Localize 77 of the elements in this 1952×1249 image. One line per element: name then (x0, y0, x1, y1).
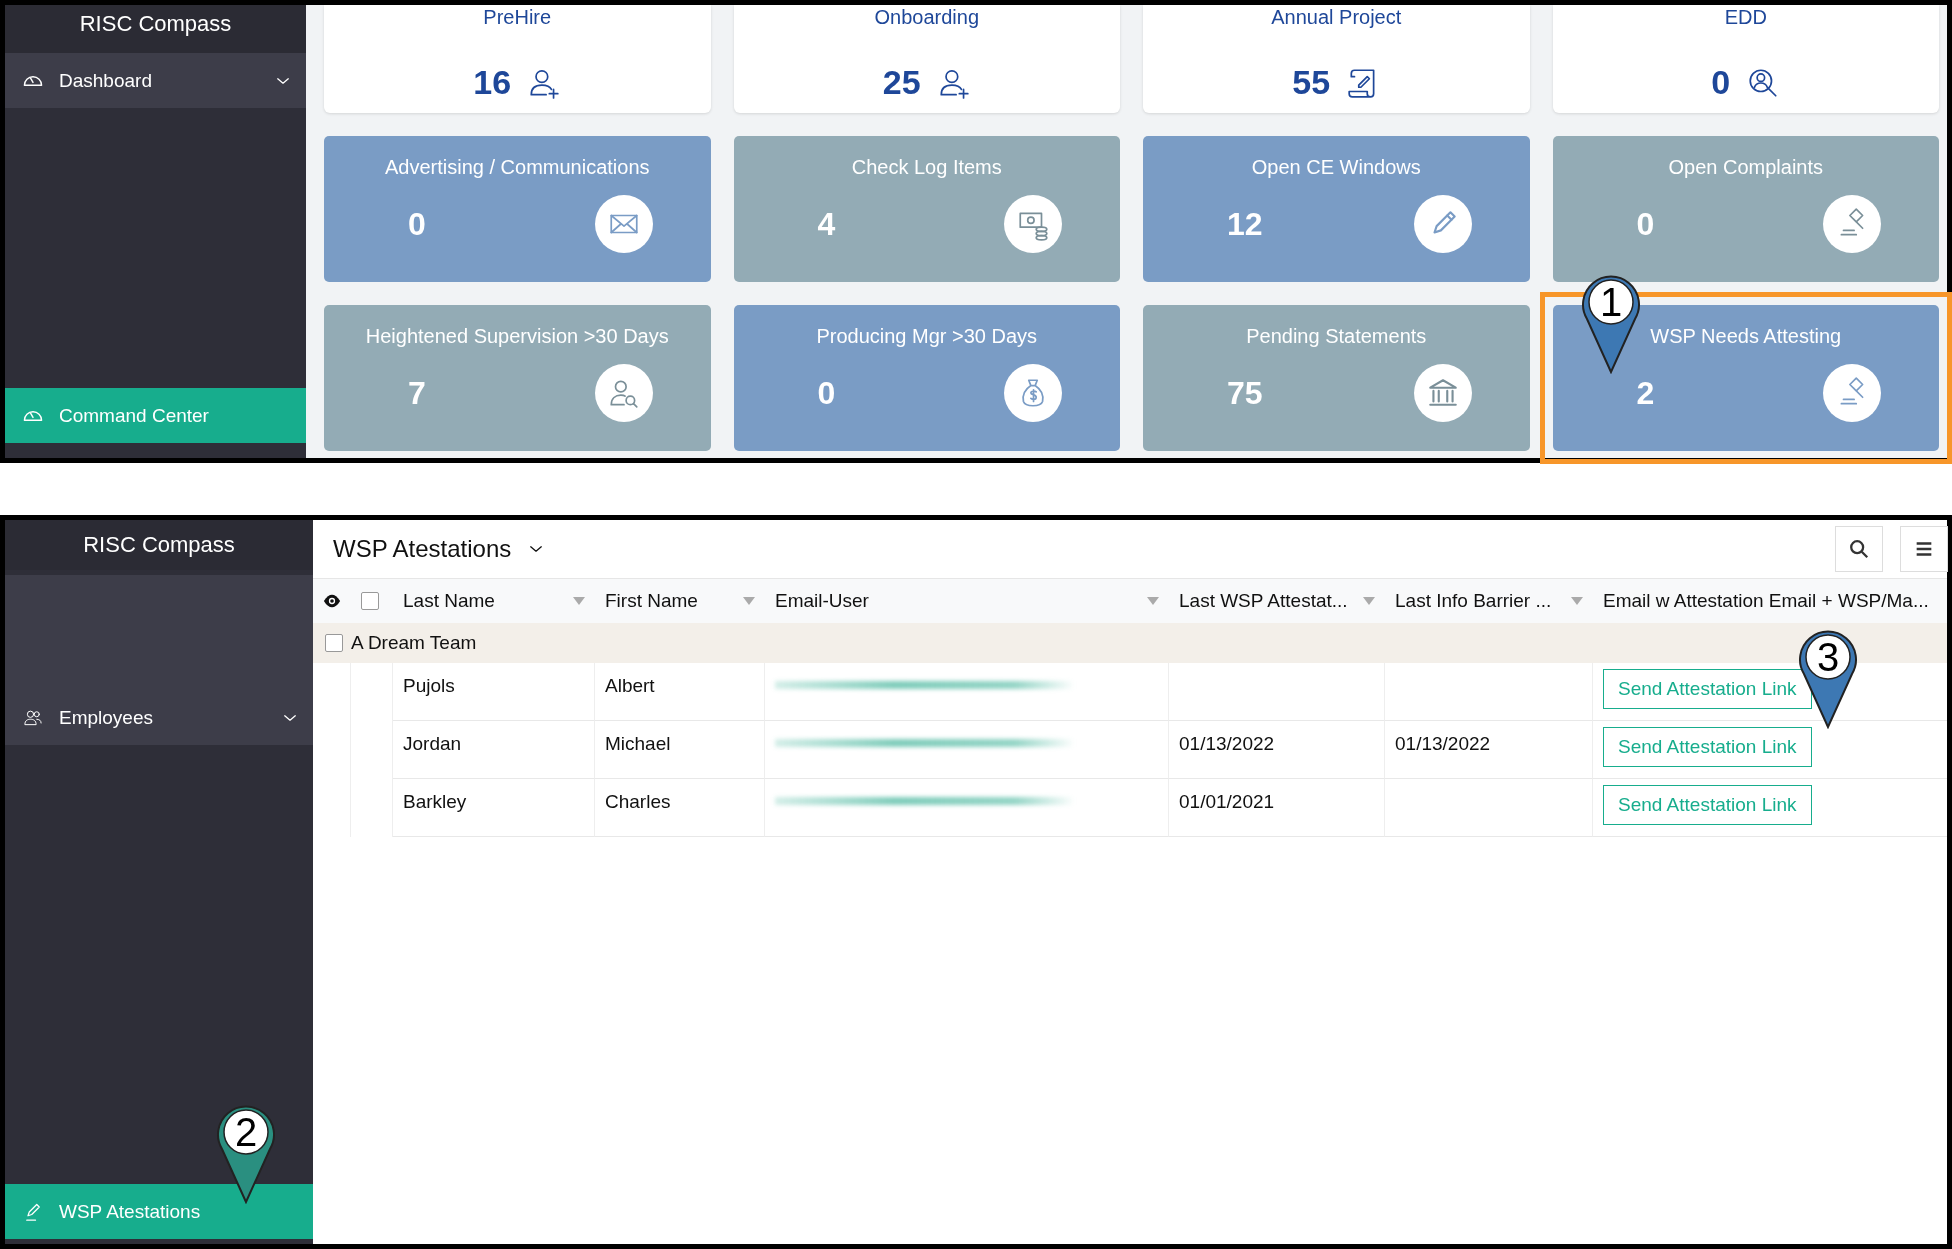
tile-count: 12 (1227, 205, 1263, 243)
group-label: A Dream Team (351, 632, 477, 654)
sort-icon[interactable] (743, 597, 755, 605)
checkbox[interactable] (325, 634, 343, 652)
tile-count: 0 (817, 374, 836, 412)
tile-title: Check Log Items (850, 156, 1003, 179)
metric-tile[interactable]: Open Complaints 0 (1552, 136, 1939, 282)
sort-icon[interactable] (573, 597, 585, 605)
metric-tile[interactable]: Check Log Items 4 (733, 136, 1120, 282)
summary-card[interactable]: Annual Project 55 (1143, 5, 1530, 113)
table-cell: 01/13/2022 (1385, 721, 1593, 779)
tile-title: Pending Statements (1245, 325, 1428, 348)
tile-title: WSP Needs Attesting (1649, 325, 1843, 348)
summary-card[interactable]: Onboarding 25 (733, 5, 1120, 113)
card-count: 0 (1711, 63, 1731, 102)
pin-number: 2 (233, 1112, 259, 1152)
card-title: EDD (1724, 5, 1767, 29)
sort-icon[interactable] (1363, 597, 1375, 605)
page-title: WSP Atestations (333, 535, 512, 563)
card-count: 16 (473, 63, 512, 102)
people-icon (23, 707, 43, 728)
eye-icon[interactable] (323, 593, 341, 609)
tile-count: 2 (1636, 374, 1655, 412)
summary-card[interactable]: PreHire 16 (324, 5, 711, 113)
tile-title: Producing Mgr >30 Days (815, 325, 1039, 348)
pen-icon (23, 1201, 43, 1222)
sidebar-item[interactable]: Dashboard (5, 53, 306, 108)
sort-icon[interactable] (1571, 597, 1583, 605)
tile-title: Open Complaints (1667, 156, 1824, 179)
metric-tile[interactable]: Open CE Windows 12 (1143, 136, 1530, 282)
pin-number: 3 (1815, 637, 1841, 677)
sort-icon[interactable] (1147, 597, 1159, 605)
tile-count: 0 (1636, 205, 1655, 243)
app-title: RISC Compass (5, 520, 313, 570)
send-link-button[interactable]: Send Attestation Link (1603, 727, 1812, 767)
tile-title: Heightened Supervision >30 Days (364, 325, 670, 348)
app-title: RISC Compass (5, 5, 306, 53)
checkbox[interactable] (361, 592, 379, 610)
table-cell: Michael (595, 721, 765, 779)
column-header[interactable]: Last Info Barrier ... (1385, 578, 1593, 623)
column-header[interactable]: Email w Attestation Email + WSP/Ma... (1593, 578, 1947, 623)
table-cell: 01/01/2021 (1169, 779, 1385, 837)
column-header[interactable]: Last Name (393, 578, 595, 623)
column-header[interactable]: First Name (595, 578, 765, 623)
metric-tile[interactable]: Producing Mgr >30 Days 0 (733, 305, 1120, 451)
column-header[interactable]: Email-User (765, 578, 1169, 623)
tile-count: 0 (408, 205, 426, 243)
tile-title: Advertising / Communications (383, 156, 651, 179)
metric-tile[interactable]: Pending Statements 75 (1143, 305, 1530, 451)
send-link-button[interactable]: Send Attestation Link (1603, 669, 1812, 709)
table-cell: Albert (595, 663, 765, 721)
gauge-icon (23, 409, 43, 422)
search-icon (1848, 538, 1870, 560)
search-button[interactable] (1835, 526, 1883, 572)
card-count: 25 (882, 63, 921, 102)
table-cell: Pujols (393, 663, 595, 721)
metric-tile[interactable]: Heightened Supervision >30 Days 7 (324, 305, 711, 451)
tile-count: 4 (817, 205, 836, 243)
gauge-icon (23, 74, 43, 87)
table-cell: 01/13/2022 (1169, 721, 1385, 779)
card-title: Annual Project (1271, 5, 1402, 29)
sidebar-item[interactable]: WSP Atestations (5, 1184, 313, 1239)
tile-title: Open CE Windows (1250, 156, 1422, 179)
tile-count: 75 (1227, 374, 1263, 412)
menu-button[interactable] (1900, 526, 1948, 572)
table-cell: Charles (595, 779, 765, 837)
table-cell: Barkley (393, 779, 595, 837)
metric-tile[interactable]: Advertising / Communications 0 (324, 136, 711, 282)
tile-count: 7 (408, 374, 426, 412)
send-link-button[interactable]: Send Attestation Link (1603, 785, 1812, 825)
table-cell: Jordan (393, 721, 595, 779)
sidebar-item[interactable]: Command Center (5, 388, 306, 443)
card-title: Onboarding (874, 5, 979, 29)
summary-card[interactable]: EDD 0 (1552, 5, 1939, 113)
card-title: PreHire (483, 5, 552, 29)
column-header[interactable]: Last WSP Attestat... (1169, 578, 1385, 623)
card-count: 55 (1292, 63, 1331, 102)
